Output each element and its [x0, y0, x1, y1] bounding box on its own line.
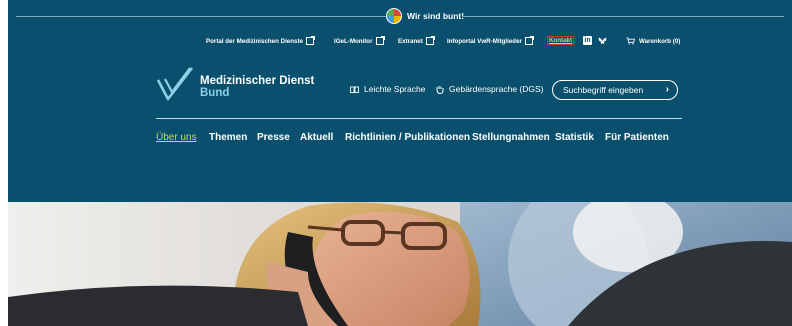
- service-link-label: Infoportal VwR-Mitglieder: [447, 37, 522, 45]
- external-link-icon: [425, 36, 435, 45]
- nav-item-stellungnahmen[interactable]: Stellungnahmen: [472, 132, 550, 143]
- banner-text: Wir sind bunt!: [407, 11, 465, 21]
- external-link-icon: [524, 36, 534, 45]
- cart-icon: [626, 37, 635, 45]
- linkedin-icon[interactable]: in: [583, 36, 592, 45]
- chevron-right-icon[interactable]: ›: [666, 84, 669, 95]
- site-logo[interactable]: Medizinischer Dienst Bund: [156, 66, 314, 102]
- gebaerdensprache-label: Gebärdensprache (DGS): [449, 84, 544, 94]
- service-link-igel[interactable]: IGeL-Monitor: [334, 36, 385, 45]
- top-banner: Wir sind bunt!: [8, 0, 792, 32]
- checkmark-logo-icon: [156, 67, 194, 101]
- nav-item-fuer-patienten[interactable]: Für Patienten: [605, 132, 669, 143]
- nav-item-presse[interactable]: Presse: [257, 132, 290, 143]
- external-link-icon: [375, 36, 385, 45]
- gebaerdensprache-link[interactable]: Gebärdensprache (DGS): [436, 84, 544, 94]
- leichte-sprache-link[interactable]: Leichte Sprache: [350, 84, 425, 94]
- book-icon: [350, 85, 359, 93]
- wir-sind-bunt-link[interactable]: Wir sind bunt!: [386, 7, 464, 25]
- logo-subtitle: Bund: [200, 87, 230, 99]
- search-field[interactable]: Suchbegriff eingeben ›: [552, 80, 678, 100]
- browser-viewport: Wir sind bunt! Portal der Medizinischen …: [8, 0, 792, 326]
- service-link-label: Portal der Medizinischen Dienste: [206, 37, 303, 45]
- header-divider: [156, 118, 682, 119]
- service-link-label: Kontakt: [546, 36, 575, 45]
- nav-item-ueber-uns[interactable]: Über uns: [156, 132, 197, 143]
- service-link-label: Extranet: [398, 37, 423, 45]
- colorful-people-icon: [386, 8, 402, 24]
- service-link-infoportal[interactable]: Infoportal VwR-Mitglieder: [447, 36, 534, 45]
- nav-item-aktuell[interactable]: Aktuell: [300, 132, 333, 143]
- main-header: Medizinischer Dienst Bund Leichte Sprach…: [8, 50, 792, 202]
- hero-image: [8, 202, 792, 326]
- nav-item-themen[interactable]: Themen: [209, 132, 247, 143]
- external-link-icon: [305, 36, 315, 45]
- service-link-extranet[interactable]: Extranet: [398, 36, 435, 45]
- bluesky-icon[interactable]: [598, 36, 607, 45]
- nav-item-richtlinien[interactable]: Richtlinien / Publikationen: [345, 132, 470, 143]
- banner-divider-left: [16, 16, 386, 17]
- service-navigation: Portal der Medizinischen Dienste IGeL-Mo…: [8, 32, 792, 50]
- logo-title: Medizinischer Dienst: [200, 75, 315, 87]
- cart-link[interactable]: Warenkorb (0): [626, 37, 680, 45]
- service-link-label: IGeL-Monitor: [334, 37, 373, 45]
- leichte-sprache-label: Leichte Sprache: [364, 84, 426, 94]
- service-link-kontakt[interactable]: Kontakt: [546, 36, 575, 45]
- cart-label: Warenkorb (0): [639, 37, 681, 45]
- service-link-portal[interactable]: Portal der Medizinischen Dienste: [206, 36, 315, 45]
- search-placeholder: Suchbegriff eingeben: [563, 85, 644, 95]
- hand-sign-icon: [436, 85, 444, 94]
- woman-on-phone-photo: [8, 202, 792, 326]
- nav-item-statistik[interactable]: Statistik: [555, 132, 594, 143]
- banner-divider-right: [462, 16, 784, 17]
